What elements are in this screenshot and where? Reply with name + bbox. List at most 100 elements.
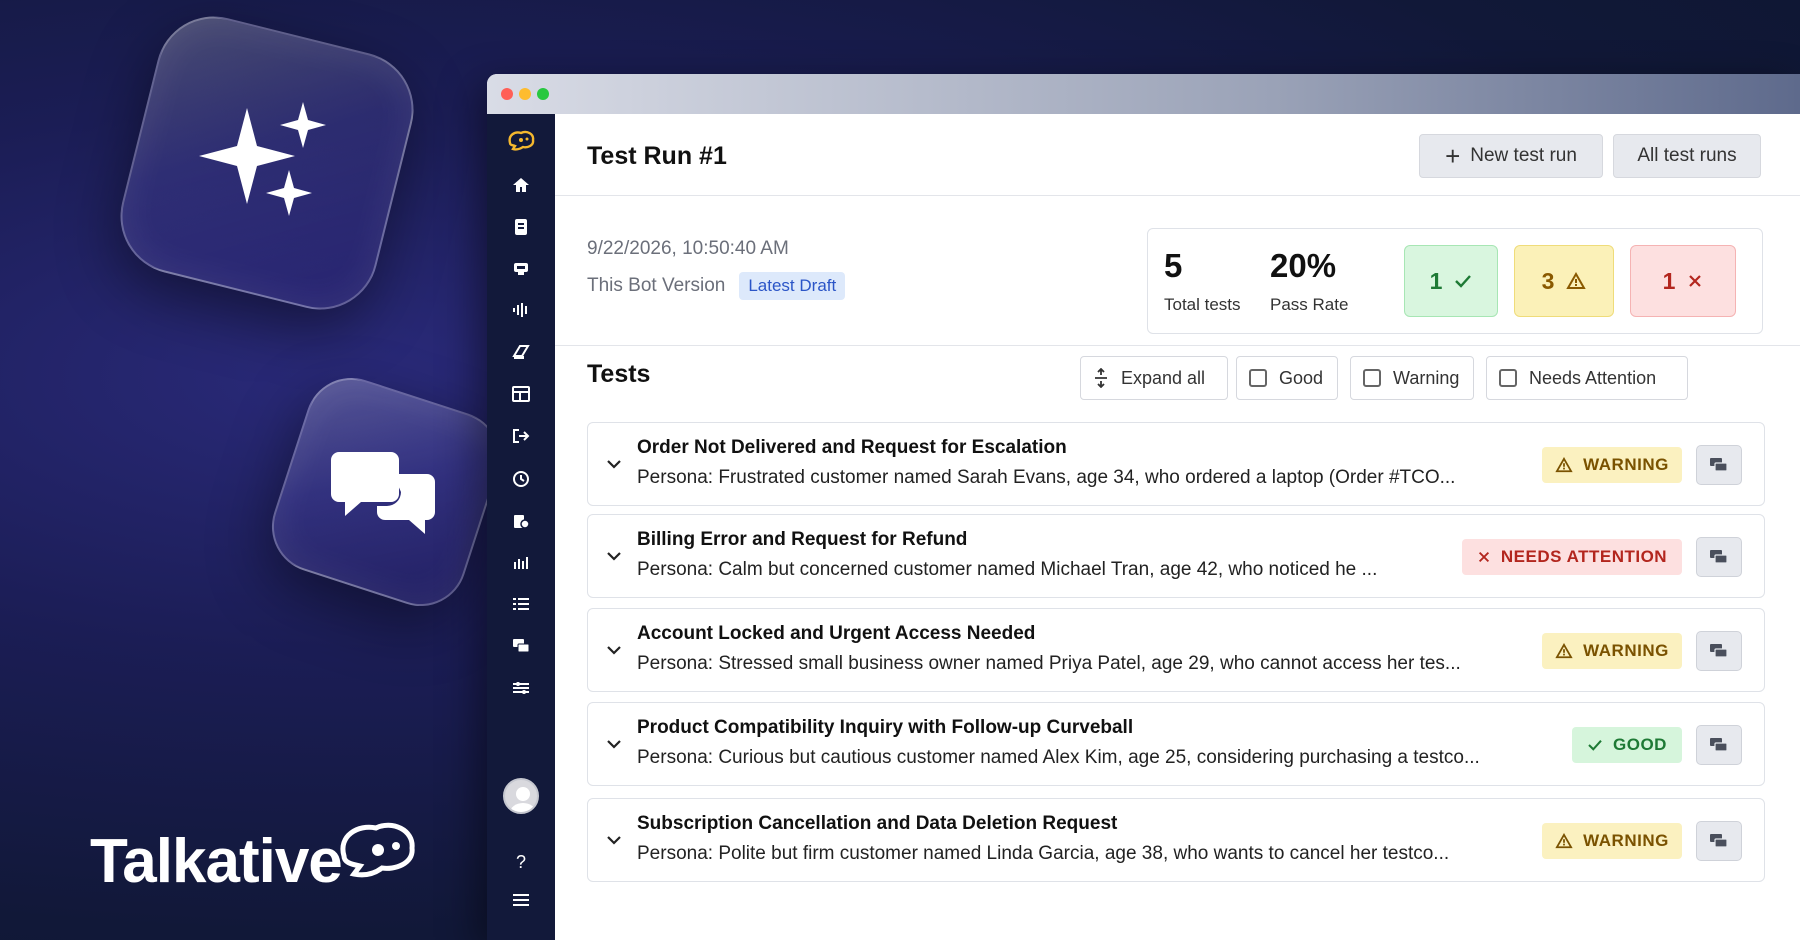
filter-needs-attention-checkbox[interactable] [1499,369,1517,387]
good-count: 1 [1429,267,1443,294]
check-icon [1588,740,1602,751]
view-conversation-button[interactable] [1696,821,1742,861]
knowledge-icon[interactable] [487,344,555,366]
talkative-logo-icon [340,822,415,878]
warning-icon [1555,833,1573,849]
status-badge: WARNING [1542,823,1682,859]
run-timestamp: 9/22/2026, 10:50:40 AM [587,238,789,259]
test-persona: Persona: Polite but firm customer named … [637,843,1450,864]
status-badge: WARNING [1542,633,1682,669]
test-row[interactable]: Order Not Delivered and Request for Esca… [587,422,1765,506]
sparkle-tile [108,4,426,322]
status-badge: WARNING [1542,447,1682,483]
chat-icon [1710,644,1728,658]
maximize-window-dot[interactable] [537,88,549,100]
chevron-down-icon[interactable] [606,829,622,850]
status-label: WARNING [1583,831,1669,850]
main-content: Test Run #1 + New test run All test runs… [555,114,1800,940]
test-title: Subscription Cancellation and Data Delet… [637,813,1118,834]
view-conversation-button[interactable] [1696,631,1742,671]
menu-icon[interactable] [487,892,555,914]
logo-icon[interactable] [487,130,555,155]
warning-icon [1555,457,1573,473]
chat-icon [1710,738,1728,752]
minimize-window-dot[interactable] [519,88,531,100]
pass-rate-value: 20% [1270,247,1337,284]
settings-icon[interactable] [487,512,555,536]
home-icon[interactable] [487,176,555,200]
page-header: Test Run #1 + New test run All test runs [555,114,1800,196]
expand-all-button[interactable]: Expand all [1080,356,1228,400]
new-test-run-label: New test run [1470,145,1577,166]
warning-icon [1555,643,1573,659]
tests-heading: Tests [587,360,651,388]
test-title: Product Compatibility Inquiry with Follo… [637,717,1134,738]
page-title: Test Run #1 [587,142,727,170]
view-conversation-button[interactable] [1696,537,1742,577]
pass-rate-label: Pass Rate [1270,295,1349,314]
close-window-dot[interactable] [501,88,513,100]
filter-needs-attention[interactable]: Needs Attention [1486,356,1688,400]
expand-icon [1095,368,1107,388]
chevron-down-icon[interactable] [606,639,622,660]
bot-version-badge: Latest Draft [739,272,846,300]
test-title: Order Not Delivered and Request for Esca… [637,437,1067,458]
bot-version: This Bot Version Latest Draft [587,272,846,300]
new-test-run-button[interactable]: + New test run [1419,134,1603,178]
x-icon [1478,551,1489,563]
analytics-icon[interactable] [487,554,555,576]
layout-icon[interactable] [487,386,555,408]
chevron-down-icon[interactable] [606,453,622,474]
status-label: NEEDS ATTENTION [1500,547,1668,566]
stats-card: 5 Total tests 20% Pass Rate 1 3 1 [1147,228,1763,334]
filter-good[interactable]: Good [1236,356,1338,400]
good-count-pill[interactable]: 1 [1404,245,1498,317]
status-badge: NEEDS ATTENTION [1462,539,1682,575]
chat-icon [1710,458,1728,472]
test-persona: Persona: Curious but cautious customer n… [637,747,1480,768]
test-row[interactable]: Product Compatibility Inquiry with Follo… [587,702,1765,786]
x-icon [1689,275,1702,287]
status-label: GOOD [1613,735,1667,754]
all-test-runs-button[interactable]: All test runs [1613,134,1761,178]
view-conversation-button[interactable] [1696,445,1742,485]
list-icon[interactable] [487,596,555,618]
status-label: WARNING [1583,641,1669,660]
speech-bubbles-icon [331,452,435,534]
filter-warning-label: Warning [1393,367,1460,388]
voice-icon[interactable] [487,302,555,324]
warning-count-pill[interactable]: 3 [1514,245,1614,317]
attention-count-pill[interactable]: 1 [1630,245,1736,317]
user-avatar[interactable] [503,778,539,814]
filter-warning[interactable]: Warning [1350,356,1474,400]
chat-tile [259,365,513,619]
sidebar: ? [487,114,555,940]
bot-icon[interactable] [487,260,555,282]
filter-good-checkbox[interactable] [1249,369,1267,387]
view-conversation-button[interactable] [1696,725,1742,765]
filter-warning-checkbox[interactable] [1363,369,1381,387]
total-tests-value: 5 [1164,247,1183,284]
test-row[interactable]: Account Locked and Urgent Access Needed … [587,608,1765,692]
warning-count: 3 [1541,267,1555,294]
chat-icon [1710,834,1728,848]
sparkle-icon [199,102,326,216]
handoff-icon[interactable] [487,428,555,450]
tuning-icon[interactable] [487,680,555,702]
history-icon[interactable] [487,470,555,494]
chat-icon [1710,550,1728,564]
chevron-down-icon[interactable] [606,733,622,754]
total-tests-label: Total tests [1164,295,1241,314]
chevron-down-icon[interactable] [606,545,622,566]
test-row[interactable]: Billing Error and Request for Refund Per… [587,514,1765,598]
help-icon[interactable]: ? [487,852,555,872]
expand-all-label: Expand all [1121,367,1206,388]
chat-icon[interactable] [487,638,555,660]
document-icon[interactable] [487,218,555,242]
brand-name: Talkative [90,827,343,896]
test-row[interactable]: Subscription Cancellation and Data Delet… [587,798,1765,882]
run-summary: 9/22/2026, 10:50:40 AM This Bot Version … [555,196,1800,346]
status-badge: GOOD [1572,727,1682,763]
window-titlebar [487,74,1800,114]
attention-count: 1 [1662,267,1676,294]
